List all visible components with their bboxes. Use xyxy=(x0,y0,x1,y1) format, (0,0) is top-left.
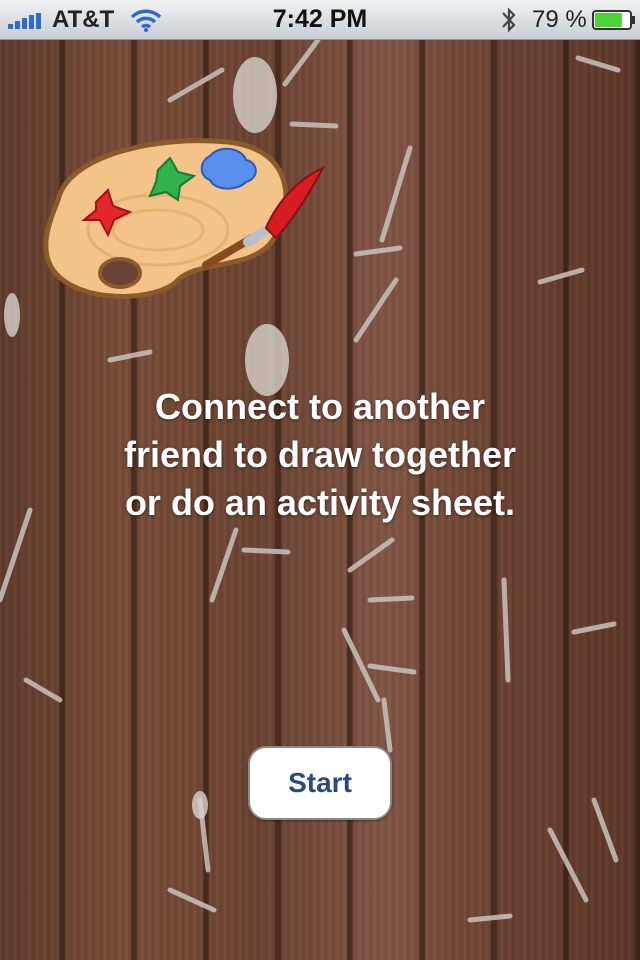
status-bar: AT&T 7:42 PM 79 % xyxy=(0,0,640,40)
connect-message: Connect to another friend to draw togeth… xyxy=(123,386,516,523)
bluetooth-icon xyxy=(502,7,516,33)
battery-percentage: 79 % xyxy=(532,6,587,33)
wood-background: Connect to another friend to draw togeth… xyxy=(0,40,640,960)
paint-palette-icon xyxy=(43,138,326,299)
battery-icon xyxy=(592,10,635,30)
start-button[interactable]: Start xyxy=(248,746,392,820)
